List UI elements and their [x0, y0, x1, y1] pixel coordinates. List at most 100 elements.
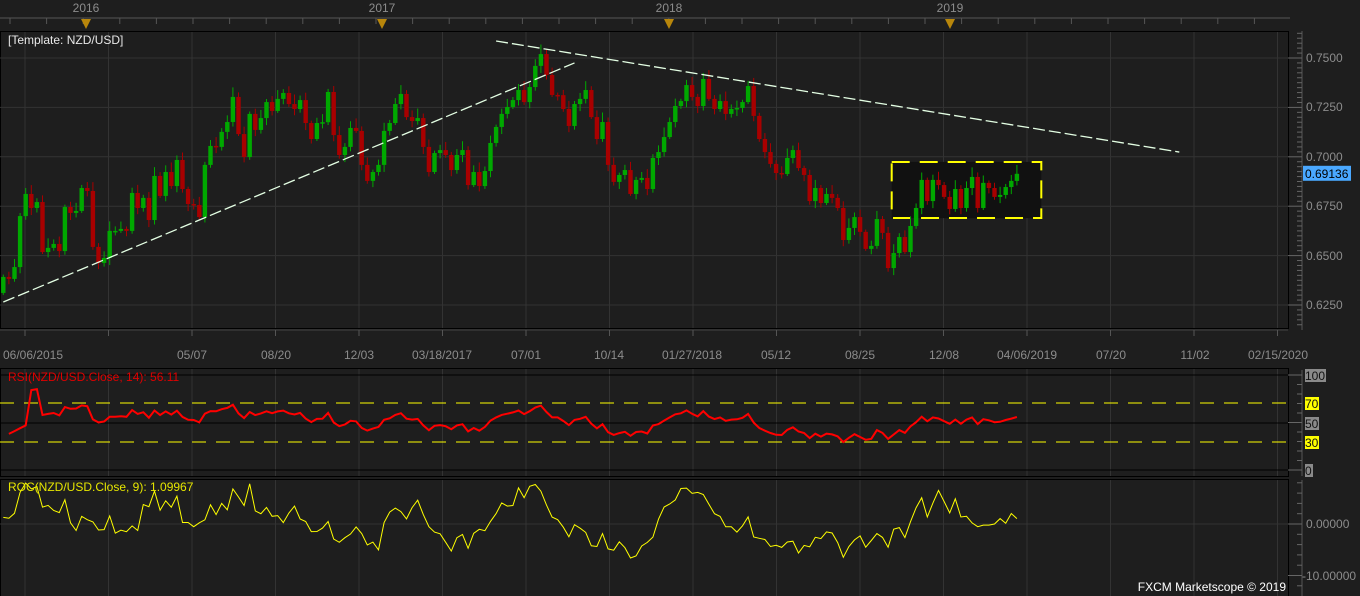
candle-body [113, 230, 118, 233]
candle-body [969, 176, 975, 189]
candle-body [1014, 173, 1020, 181]
candle-body [561, 95, 566, 109]
price-tick-label: 0.7250 [1306, 100, 1343, 114]
candle-body [510, 100, 516, 108]
chart-canvas[interactable]: 2016 2017 2018 2019 [Template: NZD/USD] … [0, 0, 1360, 596]
candle-body [863, 231, 868, 249]
candle-body [107, 230, 112, 258]
candle-body [745, 86, 751, 103]
candle-body [146, 197, 152, 221]
candle-body [342, 146, 348, 156]
price-tick-label: 0.6750 [1306, 199, 1343, 213]
candle-body [34, 202, 40, 208]
candle-body [40, 202, 45, 253]
candle-body [118, 228, 124, 231]
candle-body [925, 179, 930, 202]
candle-body [129, 192, 135, 231]
candle-body [790, 150, 796, 158]
candle-body [359, 130, 364, 165]
candle-body [124, 228, 129, 231]
candle-body [23, 193, 28, 217]
candle-body [79, 188, 84, 211]
candle-body [628, 170, 633, 194]
candle-body [219, 131, 224, 147]
candle-body [152, 175, 157, 221]
candle-body [740, 102, 745, 108]
rsi-tick-label: 100 [1305, 369, 1325, 383]
candle-body [499, 113, 504, 127]
candle-body [236, 96, 241, 135]
candle-body [594, 117, 600, 140]
price-panel-frame [0, 31, 1289, 329]
candle-body [835, 197, 840, 208]
template-label: [Template: NZD/USD] [8, 33, 123, 47]
candle-body [874, 219, 880, 246]
candle-body [376, 164, 381, 173]
candle-body [841, 207, 846, 240]
candle-body [773, 163, 779, 174]
price-panel[interactable]: [Template: NZD/USD] [0, 31, 1289, 329]
candle-body [230, 96, 236, 123]
candle-body [269, 102, 275, 111]
candle-body [605, 122, 611, 165]
candle-body [678, 101, 684, 107]
candle-body [432, 153, 437, 173]
candle-body [253, 113, 258, 130]
candle-body [365, 164, 370, 181]
candle-body [992, 188, 997, 197]
candle-body [185, 189, 191, 205]
candle-body [947, 196, 952, 209]
candle-body [695, 96, 700, 107]
candle-body [141, 197, 146, 208]
candle-body [180, 159, 185, 190]
roc-panel-frame [0, 479, 1289, 596]
candle-body [421, 118, 426, 147]
candle-body [1, 276, 6, 293]
candle-body [533, 65, 538, 88]
candle-body [986, 182, 992, 189]
candle-body [801, 168, 807, 175]
candle-body [997, 194, 1003, 197]
date-label: 12/03 [344, 348, 374, 362]
date-label: 10/14 [594, 348, 624, 362]
date-label: 01/27/2018 [662, 348, 722, 362]
candle-body [807, 174, 812, 202]
candle-body [6, 276, 12, 279]
candle-body [163, 172, 168, 196]
candle-body [57, 243, 62, 252]
rsi-panel[interactable]: RSI(NZD/USD.Close, 14): 56.11 [0, 368, 1289, 477]
candle-body [885, 232, 891, 269]
candle-body [320, 122, 325, 124]
candle-body [443, 150, 448, 156]
candle-body [68, 206, 73, 213]
candle-body [12, 267, 17, 279]
candle-body [566, 108, 572, 126]
candle-body [135, 192, 140, 208]
candle-body [852, 217, 857, 228]
candle-body [779, 173, 784, 175]
date-label: 03/18/2017 [412, 348, 472, 362]
candle-body [717, 101, 723, 109]
candle-body [303, 100, 308, 124]
candle-body [202, 164, 208, 218]
candle-body [645, 177, 650, 190]
candle-body [213, 145, 219, 148]
candle-body [930, 179, 936, 202]
candle-body [527, 87, 532, 103]
candle-body [880, 219, 885, 233]
date-label: 06/06/2015 [3, 348, 63, 362]
date-label: 12/08 [929, 348, 959, 362]
watermark: FXCM Marketscope © 2019 [1138, 580, 1287, 594]
candle-body [29, 193, 34, 208]
roc-tick-label: -10.00000 [1302, 569, 1356, 583]
candle-body [454, 155, 460, 171]
candle-body [953, 189, 958, 209]
candle-body [62, 206, 68, 252]
date-label: 05/07 [177, 348, 207, 362]
candle-body [471, 172, 476, 186]
candle-body [701, 78, 706, 107]
roc-panel[interactable]: ROC(NZD/USD.Close, 9): 1.09967 FXCM Mark… [0, 479, 1289, 596]
candle-body [488, 142, 493, 172]
candle-body [314, 123, 320, 140]
candle-body [477, 172, 482, 187]
